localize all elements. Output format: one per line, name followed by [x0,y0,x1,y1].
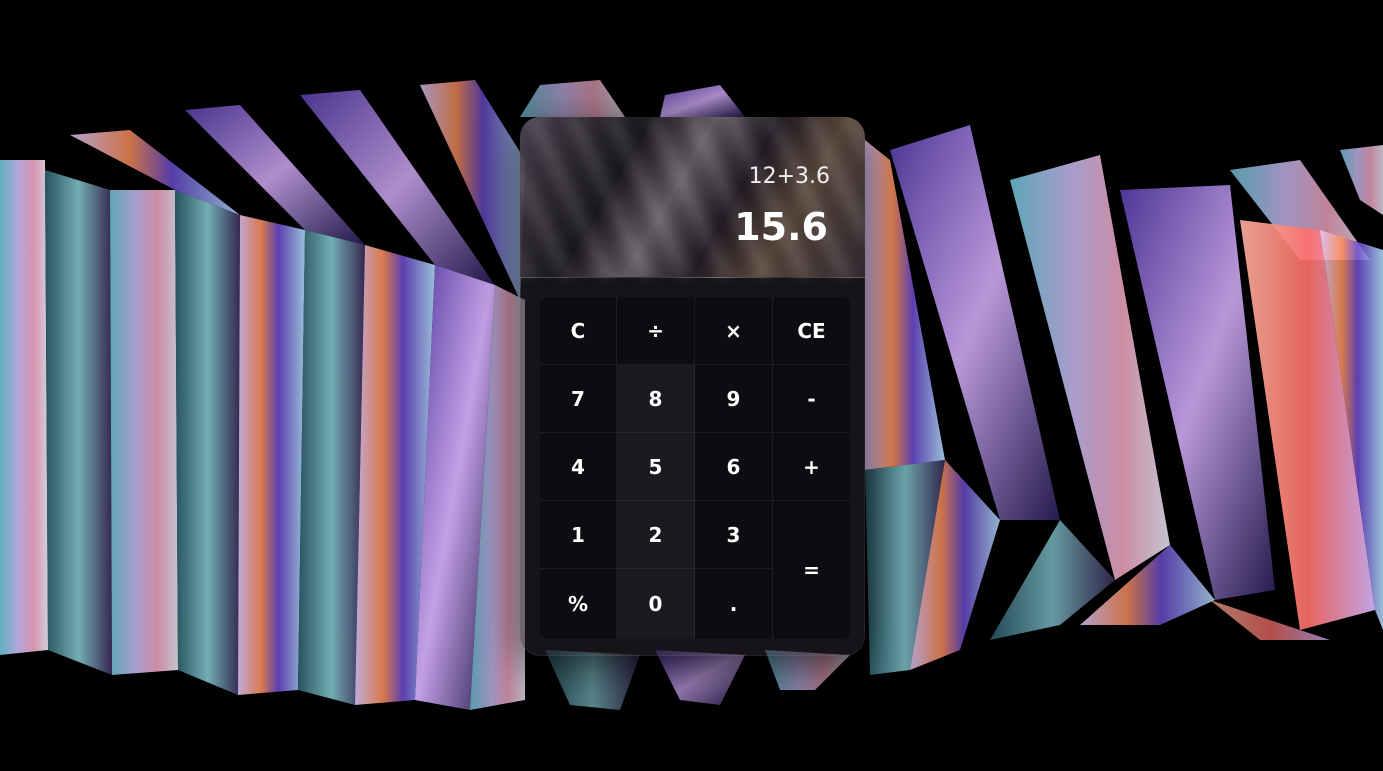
calculator-display: 12+3.6 15.6 [520,117,865,278]
digit-5-button[interactable]: 5 [617,433,695,501]
digit-0-button[interactable]: 0 [617,569,695,639]
minus-button[interactable]: - [773,365,850,433]
divide-button[interactable]: ÷ [617,297,695,365]
digit-6-button[interactable]: 6 [695,433,773,501]
clear-button[interactable]: C [540,297,617,365]
keypad: C ÷ × CE 7 8 9 - 4 5 6 + 1 2 3 = % 0 . [540,297,850,639]
digit-7-button[interactable]: 7 [540,365,617,433]
plus-button[interactable]: + [773,433,850,501]
expression-text: 12+3.6 [748,164,830,189]
digit-3-button[interactable]: 3 [695,501,773,569]
result-text: 15.6 [734,205,828,249]
digit-9-button[interactable]: 9 [695,365,773,433]
clear-entry-button[interactable]: CE [773,297,850,365]
desktop-stage: 12+3.6 15.6 C ÷ × CE 7 8 9 - 4 5 6 + 1 2… [0,0,1383,771]
digit-1-button[interactable]: 1 [540,501,617,569]
digit-2-button[interactable]: 2 [617,501,695,569]
digit-8-button[interactable]: 8 [617,365,695,433]
multiply-button[interactable]: × [695,297,773,365]
percent-button[interactable]: % [540,569,617,639]
equals-button[interactable]: = [773,501,850,639]
calculator-window: 12+3.6 15.6 C ÷ × CE 7 8 9 - 4 5 6 + 1 2… [520,117,865,656]
digit-4-button[interactable]: 4 [540,433,617,501]
decimal-button[interactable]: . [695,569,773,639]
